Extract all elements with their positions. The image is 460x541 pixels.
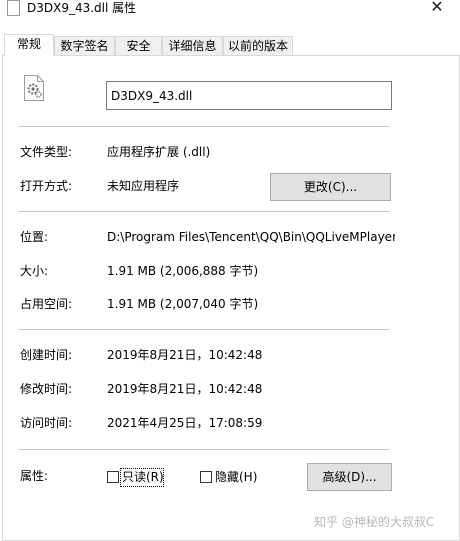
close-button[interactable]: ✕ xyxy=(428,0,446,16)
readonly-label[interactable]: 只读(R) xyxy=(122,469,164,485)
advanced-button[interactable]: 高级(D)... xyxy=(307,463,392,491)
disk-size-label: 占用空间: xyxy=(20,297,73,311)
modified-label: 修改时间: xyxy=(20,382,73,396)
divider xyxy=(18,211,390,212)
created-label: 创建时间: xyxy=(20,348,73,362)
size-label: 大小: xyxy=(20,264,49,278)
attributes-label: 属性: xyxy=(20,469,49,483)
title-bar: D3DX9_43.dll 属性 ✕ xyxy=(0,0,460,30)
open-with-value: 未知应用程序 xyxy=(107,179,180,193)
dll-file-icon xyxy=(7,0,20,16)
watermark: 知乎 @神秘的大叔叔C xyxy=(314,515,435,529)
hidden-label[interactable]: 隐藏(H) xyxy=(215,469,257,485)
location-label: 位置: xyxy=(20,230,49,244)
tab-security[interactable]: 安全 xyxy=(115,36,162,55)
accessed-label: 访问时间: xyxy=(20,416,73,430)
disk-size-value: 1.91 MB (2,007,040 字节) xyxy=(107,297,259,311)
location-value: D:\Program Files\Tencent\QQ\Bin\QQLiveMP… xyxy=(107,230,395,244)
filename-field[interactable] xyxy=(106,81,392,110)
file-type-value: 应用程序扩展 (.dll) xyxy=(107,145,211,159)
size-value: 1.91 MB (2,006,888 字节) xyxy=(107,264,259,278)
divider xyxy=(18,329,390,330)
tab-general[interactable]: 常规 xyxy=(4,34,54,56)
tab-bar: 常规 数字签名 安全 详细信息 以前的版本 xyxy=(0,34,460,56)
window-title: D3DX9_43.dll 属性 xyxy=(27,1,137,15)
hidden-checkbox[interactable] xyxy=(200,471,212,483)
tab-details[interactable]: 详细信息 xyxy=(162,36,223,55)
accessed-value: 2021年4月25日，17:08:59 xyxy=(107,416,263,430)
tab-digital-signatures[interactable]: 数字签名 xyxy=(54,36,115,55)
divider xyxy=(18,126,390,127)
open-with-label: 打开方式: xyxy=(20,179,73,193)
tab-previous-versions[interactable]: 以前的版本 xyxy=(223,36,293,55)
created-value: 2019年8月21日，10:42:48 xyxy=(107,348,263,362)
readonly-checkbox[interactable] xyxy=(107,471,119,483)
dll-gear-file-icon xyxy=(24,75,44,101)
change-button[interactable]: 更改(C)... xyxy=(270,173,391,201)
divider xyxy=(18,449,390,450)
file-type-label: 文件类型: xyxy=(20,145,73,159)
modified-value: 2019年8月21日，10:42:48 xyxy=(107,382,263,396)
